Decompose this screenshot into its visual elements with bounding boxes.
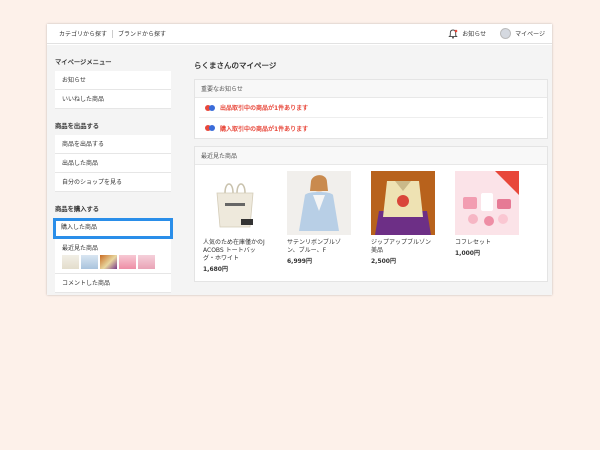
nav-links: カテゴリから探す ブランドから探す [54, 29, 171, 38]
sidebar-item-commented[interactable]: コメントした商品 [55, 274, 171, 293]
product-card[interactable]: サテンリボンブルゾン、ブルー、F 6,999円 [287, 171, 351, 273]
page-title: らくまさんのマイページ [194, 61, 277, 70]
nav-brands-link[interactable]: ブランドから探す [113, 29, 171, 38]
top-nav-bar: カテゴリから探す ブランドから探す お知らせ マイページ [47, 24, 552, 44]
product-image-tote[interactable] [203, 171, 267, 235]
notifications-link[interactable]: お知らせ [462, 29, 486, 38]
product-image-jacket[interactable] [287, 171, 351, 235]
sidebar-sell-title: 商品を出品する [55, 123, 100, 130]
notice-icon [205, 125, 215, 131]
mypage-link[interactable]: マイページ [515, 29, 545, 38]
sidebar-item-list-item[interactable]: 商品を出品する [55, 135, 171, 154]
sidebar-item-purchased[interactable]: 購入した商品 [53, 218, 173, 239]
content-area: マイページメニュー お知らせ いいねした商品 商品を出品する 商品を出品する 出… [47, 45, 552, 295]
sidebar-item-notifications[interactable]: お知らせ [55, 71, 171, 90]
product-name: ジップアップブルゾン美品 [371, 239, 432, 254]
sidebar-item-liked[interactable]: いいねした商品 [55, 90, 171, 109]
header-actions: お知らせ マイページ [448, 28, 545, 39]
notice-text: 購入取引中の商品が1件あります [220, 125, 309, 133]
bell-icon[interactable] [448, 29, 458, 39]
product-card[interactable]: コフレセット 1,000円 [455, 171, 519, 273]
product-price: 2,500円 [371, 258, 396, 265]
product-name: サテンリボンブルゾン、ブルー、F [287, 239, 341, 254]
notice-item-buying[interactable]: 購入取引中の商品が1件あります [199, 118, 543, 138]
product-card[interactable]: ジップアップブルゾン美品 2,500円 [371, 171, 435, 273]
sidebar-recently-viewed-label: 最近見た商品 [62, 245, 99, 252]
recent-thumb-cosmetics-2[interactable] [138, 255, 155, 269]
product-image-cosmetics[interactable] [455, 171, 519, 235]
nav-categories-link[interactable]: カテゴリから探す [54, 29, 112, 38]
recent-panel: 最近見た商品 人気のため在庫僅かのJ ACOBS トートバッグ・ホワイト 1,6… [194, 146, 548, 282]
notice-item-selling[interactable]: 出品取引中の商品が1件あります [199, 98, 543, 118]
product-card[interactable]: 人気のため在庫僅かのJ ACOBS トートバッグ・ホワイト 1,680円 [203, 171, 267, 273]
sidebar-buy-title: 商品を購入する [55, 206, 100, 213]
notice-icon [205, 104, 215, 111]
recent-thumb-tote[interactable] [62, 255, 79, 269]
recent-panel-title: 最近見た商品 [195, 147, 547, 165]
notices-panel-title: 重要なお知らせ [195, 80, 547, 98]
recent-thumb-jacket[interactable] [81, 255, 98, 269]
notice-text: 出品取引中の商品が1件あります [220, 105, 309, 112]
product-price: 1,680円 [203, 266, 228, 273]
product-name: 人気のため在庫僅かのJ ACOBS トートバッグ・ホワイト [203, 239, 265, 262]
notices-panel: 重要なお知らせ 出品取引中の商品が1件あります 購入取引中の商品が1件あります [194, 79, 548, 139]
product-list: 人気のため在庫僅かのJ ACOBS トートバッグ・ホワイト 1,680円 サテン… [195, 165, 547, 281]
sidebar-menu-title: マイページメニュー [55, 59, 112, 66]
avatar[interactable] [500, 28, 512, 39]
recent-thumb-cosmetics[interactable] [119, 255, 136, 269]
sidebar-item-listed[interactable]: 出品した商品 [55, 154, 171, 173]
sidebar: マイページメニュー お知らせ いいねした商品 商品を出品する 商品を出品する 出… [51, 45, 175, 295]
sidebar-item-my-shop[interactable]: 自分のショップを見る [55, 173, 171, 192]
sidebar-recently-viewed[interactable]: 最近見た商品 [55, 239, 171, 274]
product-price: 1,000円 [455, 250, 480, 257]
product-image-zip-jacket[interactable] [371, 171, 435, 235]
recent-thumb-zip-jacket[interactable] [100, 255, 117, 269]
main-content: らくまさんのマイページ 重要なお知らせ 出品取引中の商品が1件あります 購入取引… [194, 45, 548, 295]
app-window: カテゴリから探す ブランドから探す お知らせ マイページ マイページメニュー お… [47, 24, 552, 295]
product-price: 6,999円 [287, 258, 312, 265]
product-name: コフレセット [455, 239, 492, 246]
sidebar-recent-thumbs [62, 255, 164, 269]
